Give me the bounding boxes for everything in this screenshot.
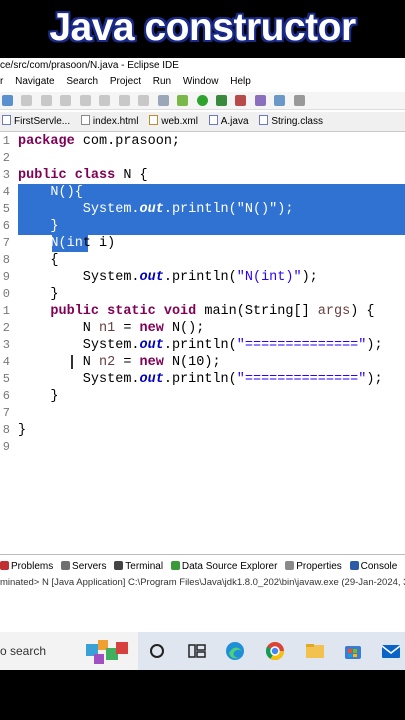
menu-item-search[interactable]: Search <box>66 74 98 90</box>
resume-icon[interactable] <box>21 95 33 106</box>
java-file-icon <box>208 115 218 125</box>
tab-terminal[interactable]: Terminal <box>114 559 163 575</box>
code-line[interactable]: 9 System.out.println("N(int)"); <box>0 269 405 286</box>
class-file-icon <box>259 115 269 125</box>
code-line[interactable]: 4 N n2 = new N(10); <box>0 354 405 371</box>
tab-string-class[interactable]: String.class <box>257 112 329 131</box>
step-return-icon[interactable] <box>138 95 150 106</box>
run-icon[interactable] <box>196 95 208 106</box>
problems-icon <box>0 561 9 570</box>
windows-taskbar: o search <box>0 632 405 670</box>
step-into-icon[interactable] <box>99 95 111 106</box>
open-type-icon[interactable] <box>274 95 286 106</box>
coverage-icon[interactable] <box>215 95 227 106</box>
menu-item-file[interactable]: r <box>0 74 3 90</box>
xml-file-icon <box>149 115 159 125</box>
code-line[interactable]: 5 System.out.println("=============="); <box>0 371 405 388</box>
menu-item-project[interactable]: Project <box>110 74 141 90</box>
tab-index-html[interactable]: index.html <box>79 112 145 131</box>
menu-item-help[interactable]: Help <box>230 74 251 90</box>
menu-item-window[interactable]: Window <box>183 74 219 90</box>
widgets-icon[interactable] <box>186 640 208 662</box>
tab-console[interactable]: Console <box>349 559 397 575</box>
code-line[interactable]: 6 } <box>0 218 405 235</box>
console-status: minated> N [Java Application] C:\Program… <box>0 577 405 588</box>
task-view-icon[interactable] <box>146 640 168 662</box>
code-line[interactable]: 2 N n1 = new N(); <box>0 320 405 337</box>
code-line[interactable]: 5 System.out.println("N()"); <box>0 201 405 218</box>
code-line[interactable]: 3 System.out.println("=============="); <box>0 337 405 354</box>
store-icon[interactable] <box>342 640 364 662</box>
suspend-icon[interactable] <box>40 95 52 106</box>
gear-icon[interactable] <box>177 95 189 106</box>
code-line[interactable]: 0 } <box>0 286 405 303</box>
tab-data-source-explorer[interactable]: Data Source Explorer <box>170 559 277 575</box>
code-editor[interactable]: 1 package com.prasoon; 2 3 public class N … <box>0 133 405 543</box>
console-icon[interactable] <box>157 95 169 106</box>
menu-bar: r Navigate Search Project Run Window Hel… <box>0 74 405 90</box>
file-explorer-icon[interactable] <box>304 640 326 662</box>
panel-tabs: Problems Servers Terminal Data Source Ex… <box>0 559 405 575</box>
tab-servers[interactable]: Servers <box>61 559 106 575</box>
servers-icon <box>61 561 71 570</box>
code-line[interactable]: 6 } <box>0 388 405 405</box>
code-line[interactable]: 1 package com.prasoon; <box>0 133 405 150</box>
text-cursor-icon <box>71 355 73 369</box>
code-line[interactable]: 8 { <box>0 252 405 269</box>
video-title: Java constructor <box>49 6 356 49</box>
java-file-icon <box>2 115 11 125</box>
chrome-browser-icon[interactable] <box>264 640 286 662</box>
console-icon <box>349 561 359 570</box>
code-line[interactable]: 7 <box>0 405 405 422</box>
tab-web-xml[interactable]: web.xml <box>147 112 204 131</box>
database-icon <box>170 561 180 570</box>
tab-firstservlet[interactable]: FirstServle... <box>0 112 76 131</box>
code-line[interactable]: 3 public class N { <box>0 167 405 184</box>
step-over-icon[interactable] <box>118 95 130 106</box>
code-line[interactable]: 8} <box>0 422 405 439</box>
menu-item-run[interactable]: Run <box>153 74 171 90</box>
mail-icon[interactable] <box>380 640 402 662</box>
disconnect-icon[interactable] <box>79 95 91 106</box>
code-line[interactable]: 4 N(){ <box>0 184 405 201</box>
tab-problems[interactable]: Problems <box>0 559 53 575</box>
html-file-icon <box>80 115 90 125</box>
puzzle-widget-icon[interactable] <box>84 636 132 666</box>
external-tools-icon[interactable] <box>235 95 247 106</box>
bottom-panel: Problems Servers Terminal Data Source Ex… <box>0 554 405 632</box>
tab-properties[interactable]: Properties <box>285 559 342 575</box>
edge-browser-icon[interactable] <box>224 640 246 662</box>
search-icon[interactable] <box>293 95 305 106</box>
terminate-icon[interactable] <box>60 95 72 106</box>
new-icon[interactable] <box>254 95 266 106</box>
code-line[interactable]: 7 N(int i) <box>0 235 405 252</box>
code-line[interactable]: 2 <box>0 150 405 167</box>
video-bottom-bar <box>0 670 405 720</box>
properties-icon <box>285 561 295 570</box>
code-line[interactable]: 1 public static void main(String[] args)… <box>0 303 405 320</box>
editor-tabs: FirstServle... index.html web.xml A.java… <box>0 112 405 132</box>
eclipse-window: ce/src/com/prasoon/N.java - Eclipse IDE … <box>0 58 405 632</box>
tab-a-java[interactable]: A.java <box>207 112 255 131</box>
menu-item-navigate[interactable]: Navigate <box>15 74 54 90</box>
window-title: ce/src/com/prasoon/N.java - Eclipse IDE <box>0 58 405 74</box>
debug-icon[interactable] <box>2 95 13 106</box>
code-line[interactable]: 9 <box>0 439 405 456</box>
toolbar <box>0 92 405 110</box>
terminal-icon <box>114 561 124 570</box>
